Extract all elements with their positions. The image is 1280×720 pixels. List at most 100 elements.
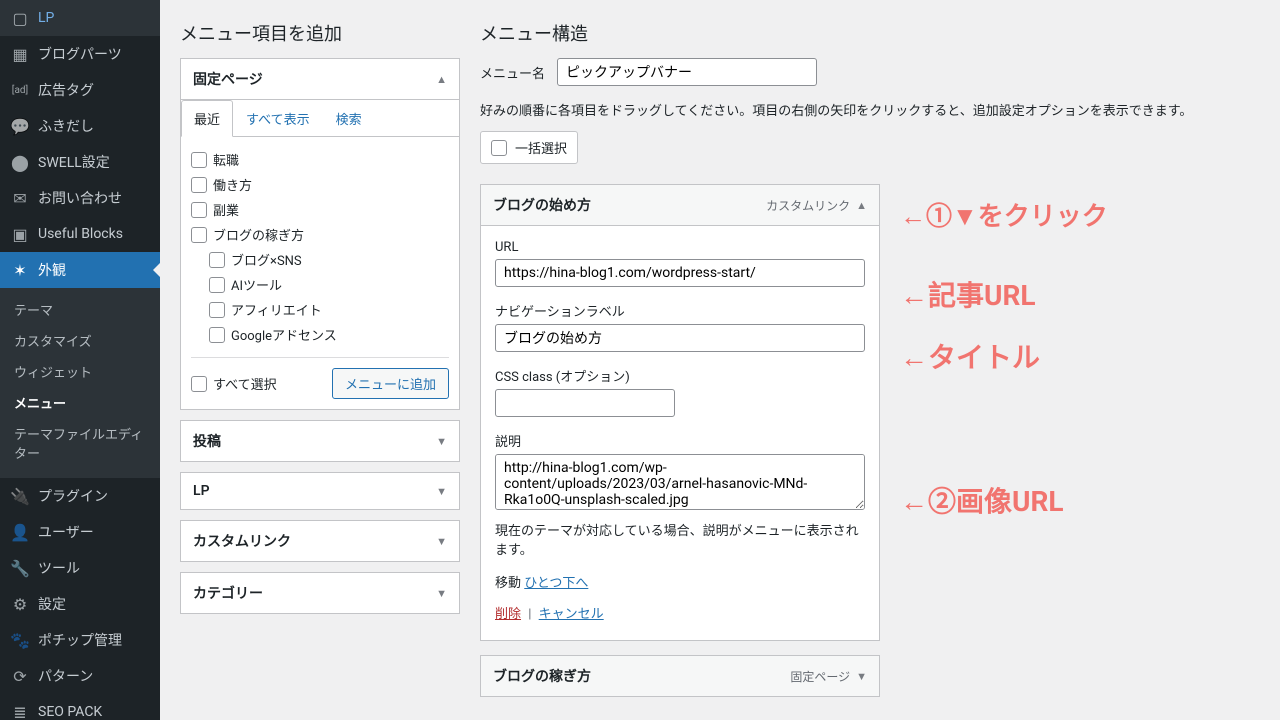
sidebar-item-ad-tag[interactable]: [ad] 広告タグ [0,72,160,108]
move-label: 移動 [495,576,521,591]
sidebar-submenu-appearance: テーマ カスタマイズ ウィジェット メニュー テーマファイルエディター [0,288,160,478]
nav-label-input[interactable] [495,324,865,352]
sidebar-item-useful-blocks[interactable]: ▣ Useful Blocks [0,216,160,252]
sidebar-item-label: LP [38,10,54,26]
checkbox[interactable] [191,202,207,218]
menu-item-header[interactable]: ブログの稼ぎ方 固定ページ ▼ [481,656,879,696]
brush-icon: ✶ [10,260,30,280]
check-item[interactable]: Googleアドセンス [191,322,449,347]
sidebar-item-label: 外観 [38,260,66,280]
sidebar-item-swell[interactable]: ⬤ SWELL設定 [0,144,160,180]
chevron-down-icon: ▼ [436,587,447,600]
chevron-up-icon: ▲ [436,73,447,86]
panel-fixed-page-header[interactable]: 固定ページ ▲ [181,59,459,100]
separator: | [528,607,531,622]
panel-posts: 投稿 ▼ [180,420,460,462]
panel-lp-header[interactable]: LP ▼ [181,473,459,509]
sidebar-sub-theme-editor[interactable]: テーマファイルエディター [0,418,160,468]
check-item[interactable]: 副業 [191,197,449,222]
panel-category: カテゴリー ▼ [180,572,460,614]
sidebar-item-seo-pack[interactable]: ≣ SEO PACK [0,694,160,720]
checkbox[interactable] [209,327,225,343]
sidebar-sub-menu[interactable]: メニュー [0,387,160,418]
chevron-down-icon: ▼ [856,670,867,683]
select-all[interactable]: すべて選択 [191,374,277,393]
move-down-link[interactable]: ひとつ下へ [524,576,588,591]
annotation-article-url: ←記事URL [900,274,1036,314]
bulk-select-label: 一括選択 [515,138,567,157]
tab-all[interactable]: すべて表示 [233,100,323,137]
css-class-label: CSS class (オプション) [495,366,865,385]
chevron-down-icon: ▼ [436,535,447,548]
sidebar-sub-widget[interactable]: ウィジェット [0,356,160,387]
checkbox[interactable] [191,177,207,193]
sidebar-item-label: SWELL設定 [38,152,110,172]
sidebar-item-contact[interactable]: ✉ お問い合わせ [0,180,160,216]
sidebar-item-appearance[interactable]: ✶ 外観 [0,252,160,288]
checkbox[interactable] [491,140,507,156]
menu-name-label: メニュー名 [480,63,545,82]
item-actions: 削除 | キャンセル [495,603,865,622]
sidebar-item-tools[interactable]: 🔧 ツール [0,550,160,586]
check-item[interactable]: 働き方 [191,172,449,197]
sidebar-sub-customize[interactable]: カスタマイズ [0,325,160,356]
sidebar-item-settings[interactable]: ⚙ 設定 [0,586,160,622]
panel-title: カテゴリー [193,583,263,603]
check-item[interactable]: 転職 [191,147,449,172]
panel-posts-header[interactable]: 投稿 ▼ [181,421,459,461]
panel-fixed-page: 固定ページ ▲ 最近 すべて表示 検索 転職 働き方 副業 ブログの稼ぎ方 ブロ… [180,58,460,410]
add-to-menu-button[interactable]: メニューに追加 [332,368,449,399]
check-item[interactable]: アフィリエイト [191,297,449,322]
check-item[interactable]: ブログ×SNS [191,247,449,272]
panel-custom-link: カスタムリンク ▼ [180,520,460,562]
menu-name-row: メニュー名 [480,58,1260,86]
checkbox[interactable] [191,152,207,168]
sidebar-item-label: ふきだし [38,116,94,136]
instructions-text: 好みの順番に各項目をドラッグしてください。項目の右側の矢印をクリックすると、追加… [480,100,1260,119]
sidebar-item-label: 広告タグ [38,80,94,100]
list-icon: ≣ [10,702,30,720]
url-input[interactable] [495,259,865,287]
checkbox[interactable] [209,277,225,293]
panel-category-header[interactable]: カテゴリー ▼ [181,573,459,613]
sidebar-item-label: 設定 [38,594,66,614]
sidebar-item-fukidashi[interactable]: 💬 ふきだし [0,108,160,144]
sidebar-item-plugins[interactable]: 🔌 プラグイン [0,478,160,514]
panel-title: LP [193,483,210,499]
chevron-up-icon: ▲ [856,199,867,212]
sidebar-item-label: プラグイン [38,486,108,506]
bulk-select[interactable]: 一括選択 [480,131,578,164]
checkbox[interactable] [191,227,207,243]
speech-icon: 💬 [10,116,30,136]
checkbox[interactable] [191,376,207,392]
css-class-input[interactable] [495,389,675,417]
tab-search[interactable]: 検索 [323,100,375,137]
nav-label-label: ナビゲーションラベル [495,301,865,320]
description-textarea[interactable]: http://hina-blog1.com/wp-content/uploads… [495,454,865,510]
sidebar-item-users[interactable]: 👤 ユーザー [0,514,160,550]
wrench-icon: 🔧 [10,558,30,578]
check-item[interactable]: ブログの稼ぎ方 [191,222,449,247]
checkbox[interactable] [209,302,225,318]
gear-icon: ⚙ [10,594,30,614]
check-item[interactable]: AIツール [191,272,449,297]
sidebar-item-pattern[interactable]: ⟳ パターン [0,658,160,694]
paw-icon: 🐾 [10,630,30,650]
panel-custom-link-header[interactable]: カスタムリンク ▼ [181,521,459,561]
sidebar-item-pochipp[interactable]: 🐾 ポチップ管理 [0,622,160,658]
sidebar-item-blog-parts[interactable]: ▦ ブログパーツ [0,36,160,72]
menu-name-input[interactable] [557,58,817,86]
checkbox[interactable] [209,252,225,268]
sidebar-sub-theme[interactable]: テーマ [0,294,160,325]
panel-title: カスタムリンク [193,531,291,551]
annotation-click-arrow: ←①▼をクリック [900,196,1108,233]
remove-link[interactable]: 削除 [495,607,521,622]
main-content: メニュー項目を追加 固定ページ ▲ 最近 すべて表示 検索 転職 働き方 副業 … [160,0,1280,720]
ad-icon: [ad] [10,80,30,100]
page-tabs: 最近 すべて表示 検索 [181,100,459,137]
sidebar-item-lp[interactable]: ▢ LP [0,0,160,36]
menu-item-expanded: ブログの始め方 カスタムリンク ▲ URL ナビゲーションラベル CSS cla… [480,184,880,641]
menu-item-header[interactable]: ブログの始め方 カスタムリンク ▲ [481,185,879,226]
tab-recent[interactable]: 最近 [181,100,233,137]
cancel-link[interactable]: キャンセル [539,607,604,622]
